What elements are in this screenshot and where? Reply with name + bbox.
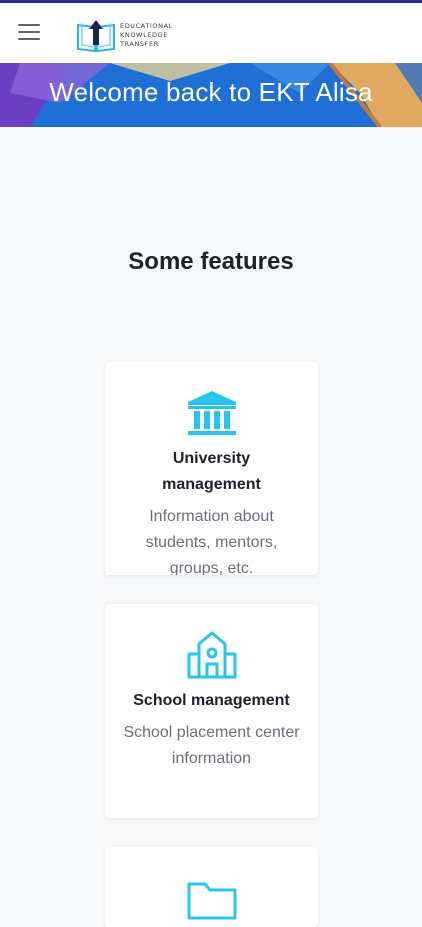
welcome-banner: Welcome back to EKT Alisa <box>0 63 422 127</box>
book-arrow-logo-icon <box>77 20 115 53</box>
logo-line-3: TRANSFER <box>120 39 159 48</box>
feature-description: Information about students, mentors, gro… <box>145 508 278 575</box>
feature-description: School placement center information <box>123 724 300 767</box>
app-bar: EDUCATIONAL KNOWLEDGE TRANSFER <box>0 3 422 63</box>
ekt-logo[interactable]: EDUCATIONAL KNOWLEDGE TRANSFER <box>76 13 206 57</box>
logo-line-1: EDUCATIONAL <box>120 21 173 30</box>
school-building-icon <box>105 630 318 680</box>
welcome-title: Welcome back to EKT Alisa <box>49 77 373 107</box>
hamburger-menu-icon[interactable] <box>18 24 40 40</box>
feature-title: University management <box>162 450 261 493</box>
feature-card-university[interactable]: University management Information about … <box>105 362 318 575</box>
feature-card-documents[interactable] <box>105 847 318 927</box>
folder-icon <box>105 875 318 925</box>
feature-title: School management <box>133 692 290 709</box>
section-title: Some features <box>128 248 294 275</box>
feature-card-school[interactable]: School management School placement cente… <box>105 604 318 818</box>
logo-text: EDUCATIONAL KNOWLEDGE TRANSFER <box>120 22 173 49</box>
university-building-icon <box>105 388 318 438</box>
logo-line-2: KNOWLEDGE <box>120 30 168 39</box>
